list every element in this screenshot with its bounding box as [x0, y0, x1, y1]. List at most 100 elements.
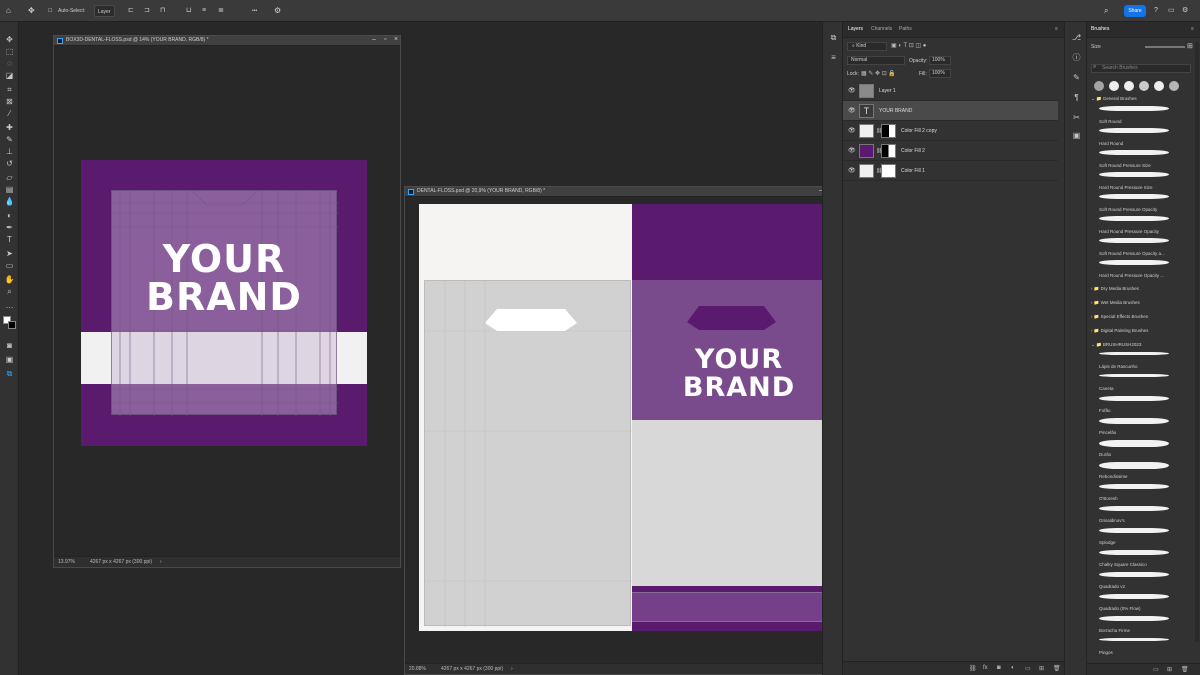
- panel-menu-icon[interactable]: ≡: [1055, 26, 1058, 32]
- brush-item[interactable]: Hard Round: [1099, 141, 1123, 146]
- share-for-review-icon[interactable]: ⧉: [4, 368, 15, 379]
- brush-item[interactable]: Quadrado v2: [1099, 584, 1125, 589]
- new-brush-icon[interactable]: ⊞: [1167, 666, 1172, 673]
- zoom-level[interactable]: 20.88%: [409, 666, 426, 672]
- canvas-artwork[interactable]: YOUR BRAND: [81, 160, 367, 446]
- search-icon[interactable]: ⌕: [1104, 5, 1108, 17]
- brush-group-general[interactable]: ⌄ 📁 General Brushes: [1091, 96, 1137, 102]
- brush-item[interactable]: Hard Round Pressure Opacity: [1099, 229, 1159, 234]
- blend-mode-dropdown[interactable]: Normal: [847, 56, 905, 65]
- marquee-tool-icon[interactable]: ⬚: [4, 46, 15, 57]
- brush-item[interactable]: Lápis de Rascunho: [1099, 364, 1138, 369]
- align-middle-icon[interactable]: ≡: [202, 5, 206, 17]
- quick-mask-icon[interactable]: ◙: [4, 340, 15, 351]
- brush-settings-icon[interactable]: ⎇: [1071, 32, 1082, 43]
- move-tool-icon[interactable]: ✥: [28, 5, 35, 17]
- tab-layers[interactable]: Layers: [848, 26, 863, 32]
- brush-item[interactable]: Pincelão: [1099, 430, 1116, 435]
- pen-tool-icon[interactable]: ✒: [4, 222, 15, 233]
- healing-brush-tool-icon[interactable]: ✚: [4, 122, 15, 133]
- align-center-icon[interactable]: ⊐: [144, 5, 150, 17]
- brush-item[interactable]: Quadrado (0% Flow): [1099, 606, 1141, 611]
- brush-search-input[interactable]: Search Brushes: [1091, 64, 1191, 73]
- brush-item[interactable]: Borracha Firme: [1099, 628, 1130, 633]
- document-tab[interactable]: DENTAL-FLOSS.psd @ 20,9% (YOUR BRAND, RG…: [405, 187, 873, 197]
- brush-item[interactable]: Grisaldinov's: [1099, 518, 1125, 523]
- brush-group-special-effects[interactable]: › 📁 Special Effects Brushes: [1091, 314, 1148, 320]
- gear-icon[interactable]: ⚙: [274, 5, 281, 17]
- brush-group-dry-media[interactable]: › 📁 Dry Media Brushes: [1091, 286, 1139, 292]
- rectangle-tool-icon[interactable]: ▭: [4, 260, 15, 271]
- screen-mode-icon[interactable]: ▣: [4, 354, 15, 365]
- brush-item[interactable]: Hard Round Pressure Size: [1099, 185, 1153, 190]
- align-bottom-icon[interactable]: ≣: [218, 5, 224, 17]
- document-window-box3d[interactable]: BOX3D-DENTAL-FLOSS.psd @ 14% (YOUR BRAND…: [53, 35, 401, 568]
- size-slider[interactable]: [1145, 46, 1185, 48]
- brush-item[interactable]: Soft Round Pressure Opacity a...: [1099, 251, 1165, 256]
- brush-item[interactable]: Pingos: [1099, 650, 1113, 655]
- new-brush-icon[interactable]: ⊞: [1187, 42, 1193, 50]
- brush-item[interactable]: Soft Round: [1099, 119, 1122, 124]
- brush-tool-icon[interactable]: ✎: [4, 134, 15, 145]
- brush-item[interactable]: Rebondissime: [1099, 474, 1128, 479]
- brush-item[interactable]: Splodge: [1099, 540, 1116, 545]
- history-brush-tool-icon[interactable]: ↺: [4, 158, 15, 169]
- auto-select-checkbox[interactable]: ☐: [48, 5, 52, 17]
- libraries-icon[interactable]: ▣: [1071, 130, 1082, 141]
- brush-item[interactable]: Durão: [1099, 452, 1111, 457]
- brush-item[interactable]: Chalky Square Classico: [1099, 562, 1147, 567]
- crop-tool-icon[interactable]: ⌗: [4, 84, 15, 95]
- adjustment-layer-icon[interactable]: ◐: [1011, 665, 1015, 671]
- document-tab[interactable]: BOX3D-DENTAL-FLOSS.psd @ 14% (YOUR BRAND…: [54, 36, 400, 46]
- lock-icons[interactable]: ▦ ✎ ✥ ⊡ 🔒: [861, 70, 896, 77]
- more-options-button[interactable]: •••: [252, 5, 257, 17]
- link-layers-icon[interactable]: ⛓: [969, 665, 977, 672]
- brush-item[interactable]: Fofão: [1099, 408, 1111, 413]
- move-tool-icon[interactable]: ✥: [4, 34, 15, 45]
- frame-tool-icon[interactable]: ⊠: [4, 96, 15, 107]
- auto-select-dropdown[interactable]: Layer: [94, 5, 115, 17]
- status-arrow-icon[interactable]: ›: [511, 666, 513, 672]
- workspace-icon[interactable]: ▭: [1168, 5, 1175, 17]
- blur-tool-icon[interactable]: 💧: [4, 196, 15, 207]
- properties-panel-icon[interactable]: ≡: [828, 52, 839, 63]
- new-group-icon[interactable]: ▭: [1025, 665, 1031, 672]
- eye-icon[interactable]: 👁: [848, 127, 856, 134]
- new-layer-icon[interactable]: ⊞: [1039, 665, 1044, 672]
- gradient-tool-icon[interactable]: ▤: [4, 184, 15, 195]
- layer-mask-thumbnail[interactable]: [881, 164, 896, 178]
- trash-icon[interactable]: 🗑: [1053, 665, 1061, 672]
- history-panel-icon[interactable]: ⧉: [828, 32, 839, 43]
- layer-mask-thumbnail[interactable]: [881, 124, 896, 138]
- align-top-icon[interactable]: ⊔: [186, 5, 191, 17]
- help-icon[interactable]: ?: [1154, 5, 1158, 17]
- dodge-tool-icon[interactable]: ◐: [4, 210, 15, 221]
- brushes-scrollbar[interactable]: [1195, 42, 1199, 642]
- brush-group-brushrush[interactable]: ⌄ 📁 BRUSHRUSH2023: [1091, 342, 1141, 348]
- filter-kind-dropdown[interactable]: ⌕ Kind: [847, 42, 887, 51]
- more-tools-icon[interactable]: …: [4, 300, 15, 311]
- maximize-icon[interactable]: ▫: [384, 36, 386, 43]
- panel-menu-icon[interactable]: ≡: [1191, 26, 1194, 32]
- eyedropper-tool-icon[interactable]: ⁄: [4, 108, 15, 119]
- brush-item[interactable]: Caneta: [1099, 386, 1114, 391]
- home-icon[interactable]: ⌂: [6, 5, 11, 17]
- align-left-icon[interactable]: ⊏: [128, 5, 134, 17]
- brush-item[interactable]: O'Boresh: [1099, 496, 1118, 501]
- zoom-tool-icon[interactable]: ⌕: [4, 286, 15, 297]
- eye-icon[interactable]: 👁: [848, 167, 856, 174]
- paragraph-icon[interactable]: ¶: [1071, 92, 1082, 103]
- brushes-panel-icon[interactable]: ✎: [1071, 72, 1082, 83]
- lasso-tool-icon[interactable]: ◌: [4, 58, 15, 69]
- brush-item[interactable]: Soft Round Pressure Size: [1099, 163, 1151, 168]
- layer-row-your-brand[interactable]: 👁 T YOUR BRAND: [843, 101, 1058, 121]
- minimize-icon[interactable]: –: [372, 36, 376, 43]
- object-select-tool-icon[interactable]: ◪: [4, 70, 15, 81]
- recent-brushes[interactable]: [1091, 78, 1191, 94]
- clone-stamp-tool-icon[interactable]: ⊥: [4, 146, 15, 157]
- brush-group-wet-media[interactable]: › 📁 Wet Media Brushes: [1091, 300, 1140, 306]
- add-mask-icon[interactable]: ◙: [997, 665, 1001, 671]
- type-tool-icon[interactable]: T: [4, 234, 15, 245]
- status-arrow-icon[interactable]: ›: [160, 559, 162, 565]
- hand-tool-icon[interactable]: ✋: [4, 274, 15, 285]
